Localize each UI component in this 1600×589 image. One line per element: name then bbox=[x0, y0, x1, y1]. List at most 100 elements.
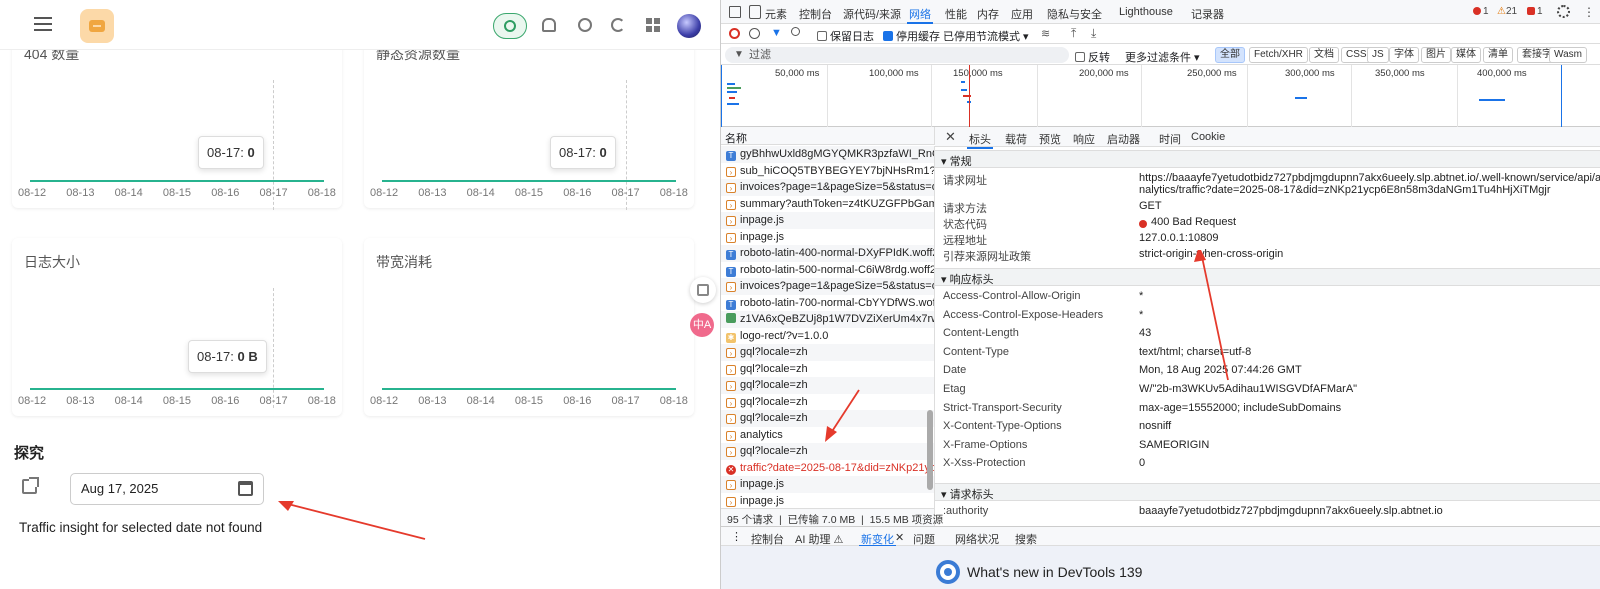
drawer-tab-1[interactable]: AI 助理 ⚠ bbox=[795, 531, 843, 547]
record-stop-icon[interactable] bbox=[729, 28, 740, 39]
name-column-header[interactable]: 名称 bbox=[721, 127, 935, 145]
annotation-arrow bbox=[278, 501, 426, 540]
throttle-select[interactable]: 已停用节流模式 ▾ bbox=[943, 28, 1029, 44]
header-value: baaayfe7yetudotbidz727pbdjmgdupnn7akx6ue… bbox=[1139, 505, 1443, 517]
devtools-tab-5[interactable]: 内存 bbox=[977, 6, 999, 22]
chart-tooltip: 08-17: 0 bbox=[198, 136, 264, 169]
filter-chip[interactable]: 清单 bbox=[1483, 47, 1513, 63]
request-row[interactable]: ✕ traffic?date=2025-08-17&did=zNKp21ycp..… bbox=[721, 460, 934, 477]
device-toolbar-icon[interactable] bbox=[749, 5, 761, 19]
request-row[interactable]: › invoices?page=1&pageSize=5&status=op... bbox=[721, 179, 934, 196]
chart-card-static: 静态资源数量 08-17: 0 08-12 08-13 08-14 08-15 08-1… bbox=[364, 30, 694, 210]
export-har-icon[interactable]: ⤓ bbox=[1091, 26, 1096, 41]
filter-chip[interactable]: 媒体 bbox=[1451, 47, 1481, 63]
x-tick-label: 08-12 bbox=[370, 395, 399, 407]
request-row[interactable]: › summary?authToken=z4tKUZGFPbGamCqi... bbox=[721, 196, 934, 213]
devtools-tab-6[interactable]: 应用 bbox=[1011, 6, 1033, 22]
theme-moon-icon[interactable] bbox=[611, 18, 625, 32]
request-row[interactable]: › inpage.js bbox=[721, 493, 934, 509]
request-name: gql?locale=zh bbox=[740, 412, 808, 424]
more-options-icon[interactable]: ⋮ bbox=[1583, 5, 1595, 19]
network-conditions-icon[interactable]: ≋ bbox=[1041, 27, 1050, 40]
close-icon[interactable]: ✕ bbox=[945, 129, 956, 145]
js-file-icon: › bbox=[726, 447, 736, 457]
status-error-dot bbox=[1139, 220, 1147, 228]
devtools-tab-9[interactable]: 记录器 bbox=[1191, 6, 1224, 22]
drawer-close-icon[interactable]: ✕ bbox=[895, 531, 904, 544]
filter-chip[interactable]: 字体 bbox=[1389, 47, 1419, 63]
filter-chip[interactable]: Fetch/XHR bbox=[1249, 47, 1308, 63]
app-header bbox=[0, 0, 720, 50]
preserve-log-checkbox[interactable]: 保留日志 bbox=[817, 28, 874, 44]
layout-switch-icon[interactable] bbox=[690, 277, 716, 303]
filter-chip[interactable]: 全部 bbox=[1215, 47, 1245, 63]
detail-tab-4[interactable]: 启动器 bbox=[1107, 131, 1140, 147]
filter-chip[interactable]: 文档 bbox=[1309, 47, 1339, 63]
section-header-general[interactable]: ▾ 常规 bbox=[935, 150, 1600, 168]
devtools-tab-3[interactable]: 网络 bbox=[907, 6, 933, 24]
translate-icon[interactable]: 中A bbox=[690, 313, 714, 337]
request-row[interactable]: TgyBhhwUxld8gMGYQMKR3pzfaWI_RnOMI... bbox=[721, 146, 934, 163]
issues-badge[interactable]: 1 bbox=[1527, 6, 1543, 17]
detail-tab-1[interactable]: 载荷 bbox=[1005, 131, 1027, 147]
error-badge[interactable]: 1 bbox=[1473, 6, 1489, 17]
drawer-tab-4[interactable]: 网络状况 bbox=[955, 531, 999, 547]
app-logo[interactable] bbox=[80, 9, 114, 43]
settings-gear-icon[interactable] bbox=[1557, 5, 1570, 18]
devtools-tab-4[interactable]: 性能 bbox=[945, 6, 967, 22]
disable-cache-checkbox[interactable]: 停用缓存 bbox=[883, 28, 940, 44]
detail-tab-5[interactable]: 时间 bbox=[1159, 131, 1181, 147]
calendar-icon[interactable] bbox=[238, 481, 253, 496]
section-header-request_headers[interactable]: ▾ 请求标头 bbox=[935, 483, 1600, 501]
detail-tab-0[interactable]: 标头 bbox=[967, 131, 993, 149]
x-tick-label: 08-16 bbox=[563, 187, 592, 199]
menu-icon[interactable] bbox=[34, 17, 52, 31]
inspect-element-icon[interactable] bbox=[729, 6, 741, 18]
detail-tab-6[interactable]: Cookie bbox=[1191, 131, 1225, 143]
globe-icon[interactable] bbox=[578, 18, 592, 32]
import-har-icon[interactable]: ⤒ bbox=[1071, 26, 1076, 41]
filter-chip[interactable]: Wasm bbox=[1549, 47, 1587, 63]
clear-icon[interactable] bbox=[749, 28, 760, 39]
external-link-icon[interactable] bbox=[22, 477, 39, 494]
tooltip-date: 08-17: bbox=[559, 145, 596, 160]
timeline-marker bbox=[721, 65, 722, 127]
filter-funnel-icon[interactable]: ▼ bbox=[771, 27, 782, 39]
devtools-tab-7[interactable]: 隐私与安全 bbox=[1047, 6, 1102, 22]
star-file-icon: ✱ bbox=[726, 332, 736, 343]
request-name: inpage.js bbox=[740, 230, 785, 243]
devtools-tab-2[interactable]: 源代码/来源 bbox=[843, 6, 901, 22]
detail-tab-2[interactable]: 预览 bbox=[1039, 131, 1061, 147]
devtools-tab-1[interactable]: 控制台 bbox=[799, 6, 832, 22]
search-icon[interactable] bbox=[791, 27, 800, 36]
clock-icon[interactable] bbox=[493, 13, 527, 39]
x-axis-ticks: 08-12 08-13 08-14 08-15 08-16 08-17 08-18 bbox=[370, 187, 688, 199]
request-row[interactable]: › inpage.js bbox=[721, 212, 934, 229]
devtools-tab-8[interactable]: Lighthouse bbox=[1119, 6, 1173, 18]
drawer-tab-2[interactable]: 新变化 bbox=[859, 531, 896, 547]
drawer-tab-0[interactable]: 控制台 bbox=[751, 531, 784, 547]
header-name: 状态代码 bbox=[943, 219, 987, 231]
drawer-menu-icon[interactable]: ⋮ bbox=[731, 530, 742, 543]
devtools-tab-0[interactable]: 元素 bbox=[765, 6, 787, 22]
timeline-gridline bbox=[931, 65, 932, 127]
request-name: summary?authToken=z4tKUZGFPbGamCqi... bbox=[740, 197, 934, 210]
x-tick-label: 08-15 bbox=[162, 187, 192, 199]
request-row[interactable]: › sub_hiCOQ5TBYBEGYEY7bjNHsRm1?authT... bbox=[721, 163, 934, 180]
warning-badge[interactable]: ⚠21 bbox=[1497, 6, 1517, 17]
request-row[interactable]: › inpage.js bbox=[721, 229, 934, 246]
drawer-tab-5[interactable]: 搜索 bbox=[1015, 531, 1037, 547]
avatar[interactable] bbox=[677, 14, 701, 38]
more-filters-dropdown[interactable]: 更多过滤条件 ▾ bbox=[1125, 49, 1200, 65]
date-picker-input[interactable]: Aug 17, 2025 bbox=[70, 473, 264, 505]
filter-input[interactable]: ▼ 过滤 bbox=[725, 47, 1069, 63]
filter-chip[interactable]: 图片 bbox=[1421, 47, 1451, 63]
apps-grid-icon[interactable] bbox=[646, 18, 660, 32]
bell-icon[interactable] bbox=[542, 18, 556, 32]
drawer-tab-3[interactable]: 问题 bbox=[913, 531, 935, 547]
filter-chip[interactable]: JS bbox=[1367, 47, 1389, 63]
invert-checkbox[interactable]: 反转 bbox=[1075, 49, 1110, 65]
request-row[interactable]: › inpage.js bbox=[721, 476, 934, 493]
devtools-panel: 1 ⚠21 1 ⋮ 元素 控制台 源代码/来源 网络 性能 内存 应用 隐私与安全 Lighth… bbox=[720, 0, 1600, 589]
detail-tab-3[interactable]: 响应 bbox=[1073, 131, 1095, 147]
